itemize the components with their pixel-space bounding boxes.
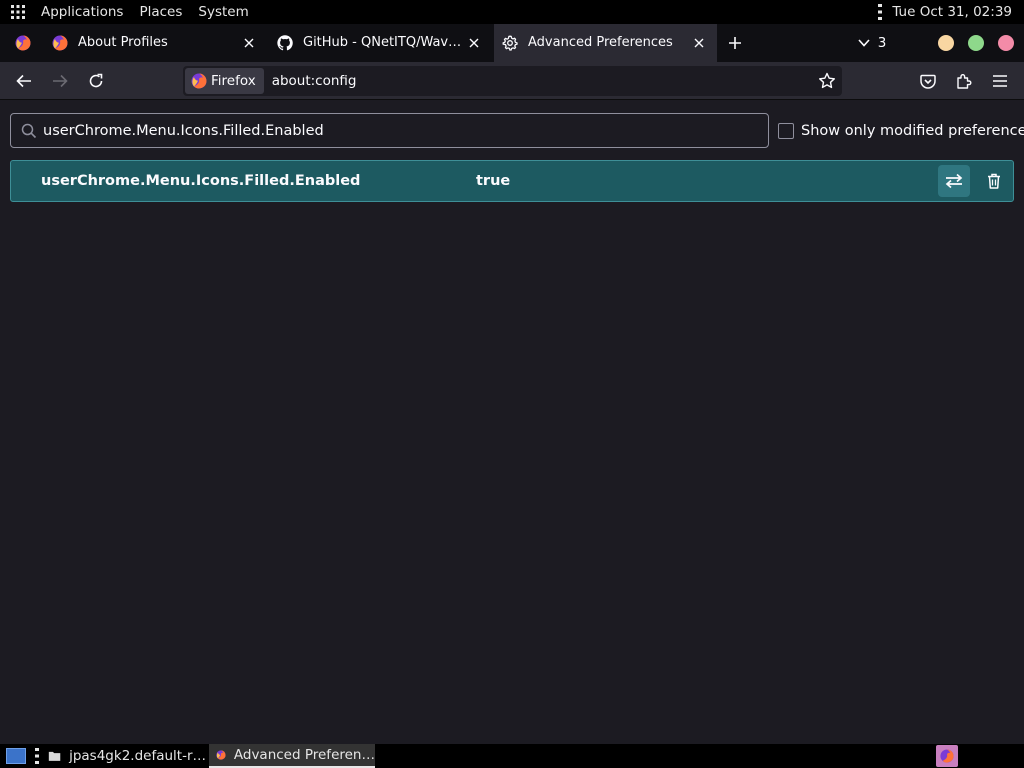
- forward-button[interactable]: [47, 69, 73, 93]
- task-folder[interactable]: jpas4gk2.default-r…: [48, 744, 206, 768]
- firefox-icon: [15, 35, 31, 51]
- show-modified-label[interactable]: Show only modified preferences: [801, 123, 1024, 139]
- firefox-icon: [216, 750, 226, 760]
- search-box[interactable]: [10, 113, 769, 148]
- tab-title: GitHub - QNetITQ/Wave…: [303, 35, 463, 50]
- reload-icon: [89, 73, 103, 88]
- star-icon[interactable]: [818, 72, 836, 90]
- show-modified-only[interactable]: Show only modified preferences: [778, 120, 1024, 142]
- pocket-icon: [920, 74, 936, 89]
- search-icon: [21, 123, 37, 138]
- firefox-icon: [191, 73, 207, 89]
- url-text[interactable]: about:config: [272, 73, 357, 89]
- show-modified-checkbox[interactable]: [778, 123, 794, 139]
- toggle-button[interactable]: [938, 165, 970, 197]
- identity-label: Firefox: [211, 73, 256, 89]
- arrow-right-icon: [53, 74, 68, 88]
- folder-icon: [48, 751, 61, 761]
- close-icon[interactable]: [466, 35, 482, 51]
- close-icon[interactable]: [691, 35, 707, 51]
- maximize-button[interactable]: [968, 35, 984, 51]
- tab-count: 3: [877, 35, 887, 51]
- delete-button[interactable]: [980, 165, 1008, 197]
- task-title: jpas4gk2.default-r…: [69, 748, 206, 764]
- pref-row[interactable]: userChrome.Menu.Icons.Filled.Enabled tru…: [10, 160, 1014, 202]
- github-icon: [277, 35, 293, 51]
- panel-clock[interactable]: Tue Oct 31, 02:39: [882, 4, 1024, 20]
- menu-places[interactable]: Places: [131, 0, 190, 24]
- tab-title: About Profiles: [78, 35, 168, 50]
- apps-grid-icon[interactable]: [0, 0, 33, 24]
- menu-system[interactable]: System: [190, 0, 256, 24]
- tab-title: Advanced Preferences: [528, 35, 673, 50]
- taskbar-handle-icon: [35, 748, 39, 764]
- swap-arrows-icon: [945, 173, 963, 189]
- task-firefox[interactable]: Advanced Preferen…: [209, 744, 375, 768]
- plus-icon: [729, 37, 741, 49]
- chevron-down-icon: [858, 39, 870, 47]
- task-title: Advanced Preferen…: [233, 747, 375, 763]
- close-window-button[interactable]: [998, 35, 1014, 51]
- identity-box[interactable]: Firefox: [185, 68, 264, 94]
- arrow-left-icon: [16, 74, 31, 88]
- url-bar[interactable]: Firefox about:config: [183, 66, 842, 96]
- show-desktop-button[interactable]: [6, 748, 26, 764]
- tab-about-profiles[interactable]: About Profiles: [44, 24, 267, 62]
- back-button[interactable]: [11, 69, 37, 93]
- tab-github[interactable]: GitHub - QNetITQ/Wave…: [269, 24, 492, 62]
- app-menu-button[interactable]: [987, 69, 1013, 93]
- gear-icon: [502, 35, 518, 51]
- minimize-button[interactable]: [938, 35, 954, 51]
- taskbar: jpas4gk2.default-r… Advanced Preferen…: [0, 744, 1024, 768]
- new-tab-button[interactable]: [722, 24, 748, 62]
- puzzle-icon: [957, 74, 972, 89]
- pref-value[interactable]: true: [476, 173, 510, 189]
- hamburger-menu-icon: [993, 75, 1007, 87]
- menu-applications[interactable]: Applications: [33, 0, 131, 24]
- reload-button[interactable]: [83, 69, 109, 93]
- list-all-tabs-button[interactable]: 3: [852, 24, 892, 62]
- trash-icon: [988, 173, 1000, 189]
- pref-name: userChrome.Menu.Icons.Filled.Enabled: [41, 173, 361, 189]
- firefox-view-button[interactable]: [8, 24, 38, 62]
- close-icon[interactable]: [241, 35, 257, 51]
- extensions-button[interactable]: [951, 69, 977, 93]
- tray-firefox-icon[interactable]: [936, 745, 958, 767]
- nav-bar: Firefox about:config: [0, 62, 1024, 100]
- firefox-icon: [52, 35, 68, 51]
- tab-advanced-preferences[interactable]: Advanced Preferences: [494, 24, 717, 62]
- pocket-button[interactable]: [915, 69, 941, 93]
- top-panel: Applications Places System Tue Oct 31, 0…: [0, 0, 1024, 24]
- tab-strip: About Profiles GitHub - QNetITQ/Wave… Ad…: [0, 24, 1024, 62]
- search-input[interactable]: [43, 115, 743, 146]
